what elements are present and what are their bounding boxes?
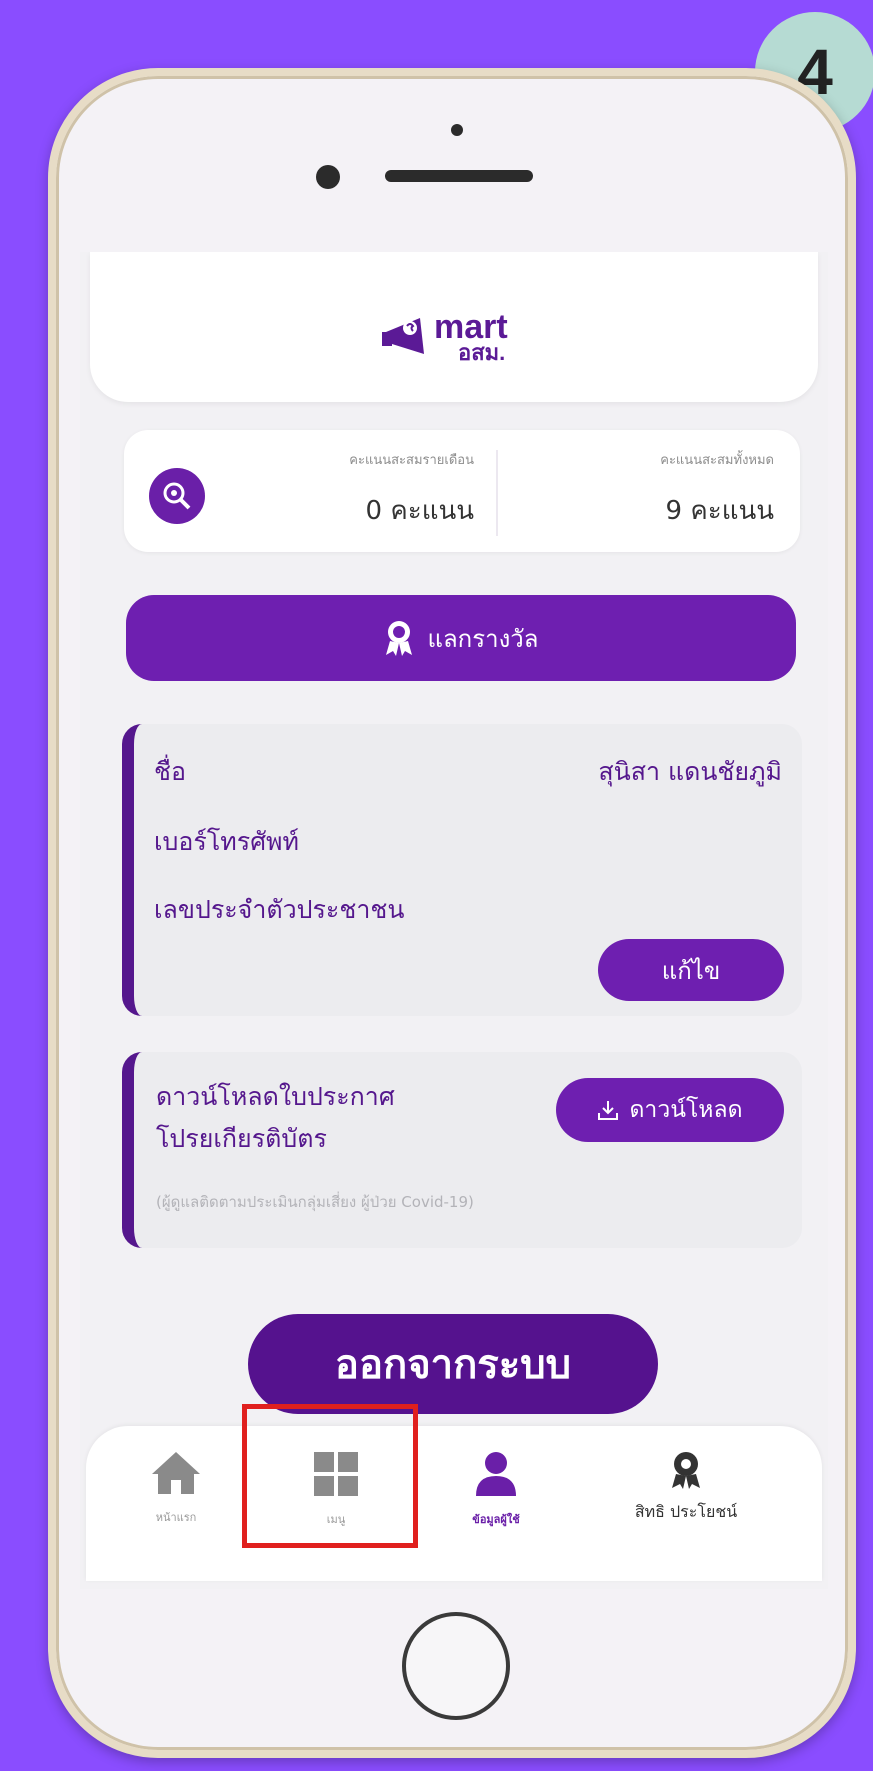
monthly-points-value: 0 คะแนน: [365, 496, 474, 526]
nav-label-benefits: สิทธิ ประโยชน์: [634, 1502, 738, 1521]
smart-osm-logo: mart อสม.: [380, 308, 540, 368]
monthly-points-caption: คะแนนสะสมรายเดือน: [349, 453, 474, 468]
app-header: mart อสม.: [90, 252, 818, 402]
phone-label: เบอร์โทรศัพท์: [154, 827, 300, 856]
redeem-reward-button[interactable]: แลกรางวัล: [126, 595, 796, 681]
name-value: สุนิสา แดนชัยภูมิ: [598, 757, 782, 786]
award-ribbon-icon: [385, 621, 412, 656]
profile-card: ชื่อ สุนิสา แดนชัยภูมิ เบอร์โทรศัพท์ เลข…: [122, 724, 802, 1016]
certificate-note: (ผู้ดูแลติดตามประเมินกลุ่มเสี่ยง ผู้ป่วย…: [156, 1193, 474, 1211]
certificate-download-card: ดาวน์โหลดใบประกาศ โปรยเกียรติบัตร (ผู้ดู…: [122, 1052, 802, 1248]
download-button-label: ดาวน์โหลด: [629, 1097, 743, 1123]
total-points-caption: คะแนนสะสมทั้งหมด: [660, 453, 774, 468]
nav-label-home: หน้าแรก: [155, 1511, 197, 1524]
menu-highlight-box: [242, 1404, 418, 1548]
proximity-sensor: [451, 124, 463, 136]
certificate-title: ดาวน์โหลดใบประกาศ โปรยเกียรติบัตร: [156, 1082, 395, 1153]
megaphone-logo-icon: [382, 318, 424, 354]
bottom-navigation: หน้าแรก เมนู ข้อมูลผู้ใช้ สิทธิ ประโยชน์: [86, 1426, 822, 1581]
edit-profile-button[interactable]: แก้ไข: [598, 939, 784, 1001]
points-divider: [496, 450, 498, 536]
download-certificate-button[interactable]: ดาวน์โหลด: [556, 1078, 784, 1142]
nav-label-profile: ข้อมูลผู้ใช้: [472, 1513, 520, 1526]
logo-subtitle: อสม.: [458, 340, 506, 365]
total-points: คะแนนสะสมทั้งหมด 9 คะแนน: [516, 452, 774, 531]
app-screen: mart อสม. คะแนนสะสมรายเดือน 0 คะแนน คะแน…: [80, 252, 828, 1589]
citizen-id-label: เลขประจำตัวประชาชน: [154, 895, 405, 924]
logout-button[interactable]: ออกจากระบบ: [248, 1314, 658, 1414]
total-points-value: 9 คะแนน: [665, 496, 774, 526]
redeem-reward-label: แลกรางวัล: [427, 624, 539, 653]
nav-item-home[interactable]: หน้าแรก: [116, 1450, 236, 1526]
user-icon: [476, 1452, 516, 1496]
earpiece-speaker: [385, 170, 533, 182]
points-card: คะแนนสะสมรายเดือน 0 คะแนน คะแนนสะสมทั้งห…: [124, 430, 800, 552]
award-ribbon-icon: [672, 1452, 700, 1489]
nav-item-benefits[interactable]: สิทธิ ประโยชน์: [626, 1450, 746, 1524]
download-icon: [598, 1101, 619, 1120]
logo-word: mart: [434, 308, 508, 346]
monthly-points: คะแนนสะสมรายเดือน 0 คะแนน: [220, 452, 474, 531]
name-label: ชื่อ: [154, 757, 186, 786]
points-coin-icon: [149, 468, 205, 524]
phone-home-button[interactable]: [402, 1612, 510, 1720]
nav-item-profile[interactable]: ข้อมูลผู้ใช้: [436, 1450, 556, 1528]
home-icon: [152, 1452, 200, 1494]
front-camera: [316, 165, 340, 189]
